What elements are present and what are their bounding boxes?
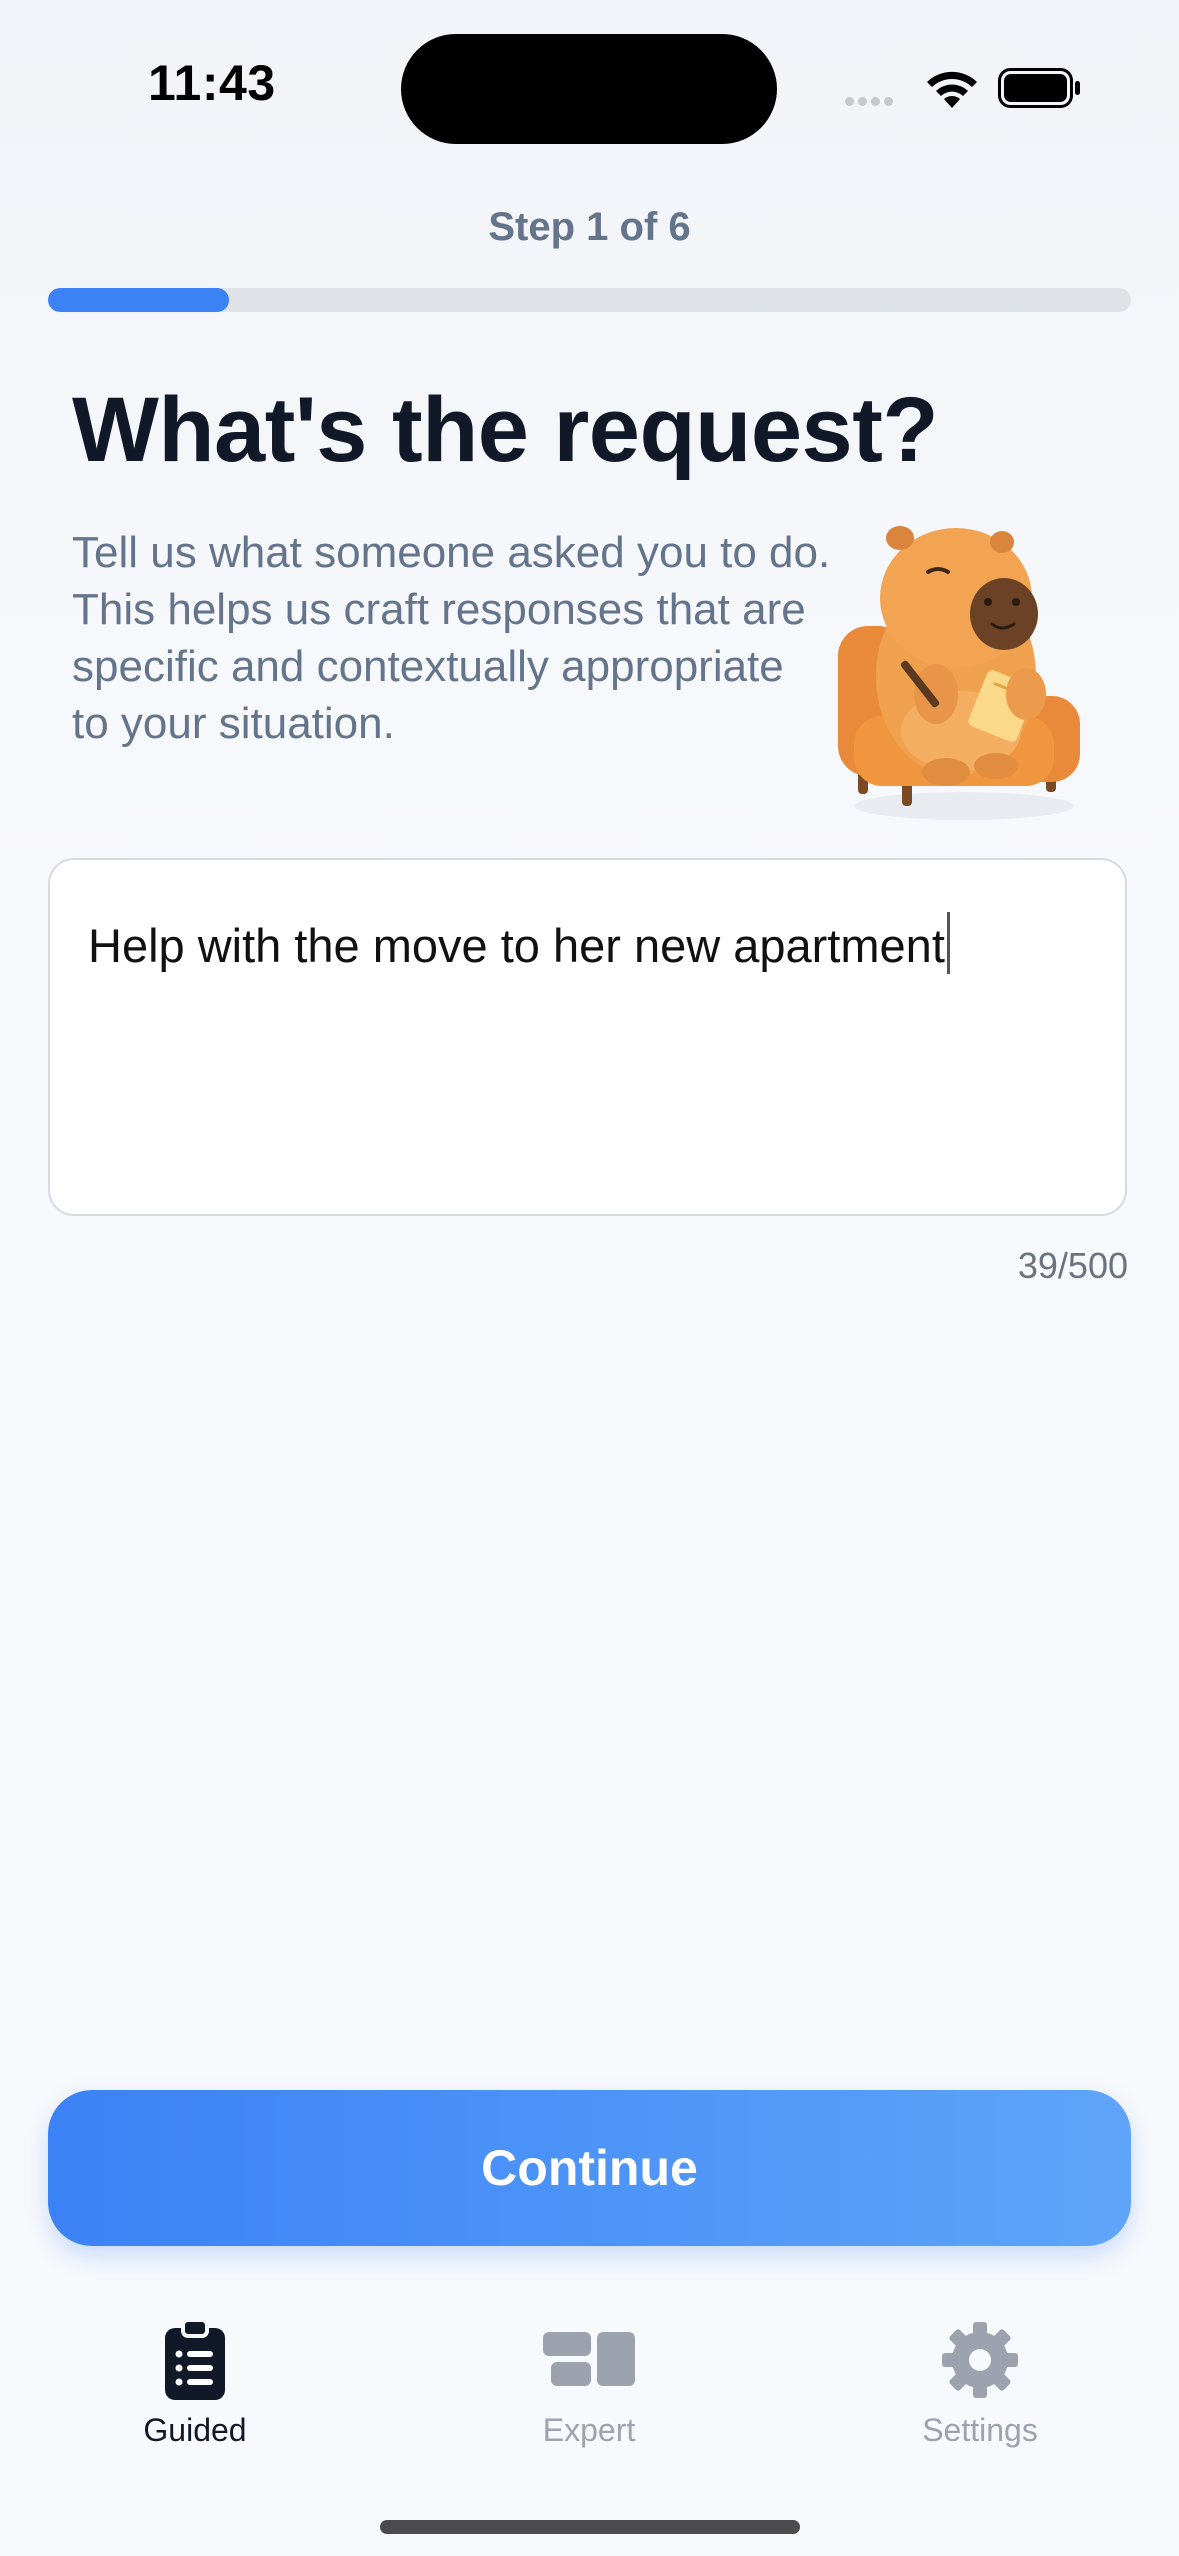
- page-title: What's the request?: [72, 379, 939, 481]
- tab-expert-label: Expert: [542, 2412, 636, 2448]
- gear-icon: [942, 2322, 1018, 2398]
- tab-guided[interactable]: Guided: [65, 2318, 325, 2449]
- dynamic-island: [401, 34, 777, 144]
- continue-button-label: Continue: [481, 2140, 698, 2196]
- continue-button[interactable]: Continue: [48, 2090, 1131, 2246]
- text-cursor: [946, 912, 950, 974]
- home-indicator: [380, 2520, 800, 2534]
- page-description: Tell us what someone asked you to do. Th…: [72, 528, 831, 748]
- progress-bar: [48, 288, 1131, 312]
- clipboard-list-icon: [165, 2318, 225, 2400]
- tab-expert[interactable]: Expert: [459, 2318, 719, 2449]
- status-time: 11:43: [148, 55, 276, 111]
- cellular-signal-icon: [845, 93, 897, 111]
- character-count: 39/500: [1017, 1245, 1128, 1286]
- tab-guided-label: Guided: [143, 2412, 247, 2448]
- dashboard-icon: [543, 2332, 635, 2386]
- request-textarea[interactable]: Help with the move to her new apartment: [48, 858, 1127, 1216]
- wifi-icon: [927, 71, 977, 108]
- request-text-value: Help with the move to her new apartment: [88, 919, 945, 972]
- capybara-mascot-illustration: [838, 526, 1080, 820]
- progress-bar-fill: [48, 288, 229, 312]
- tab-settings-label: Settings: [922, 2412, 1038, 2448]
- battery-icon: [998, 68, 1080, 108]
- tab-settings[interactable]: Settings: [850, 2318, 1110, 2449]
- step-indicator: Step 1 of 6: [488, 205, 691, 249]
